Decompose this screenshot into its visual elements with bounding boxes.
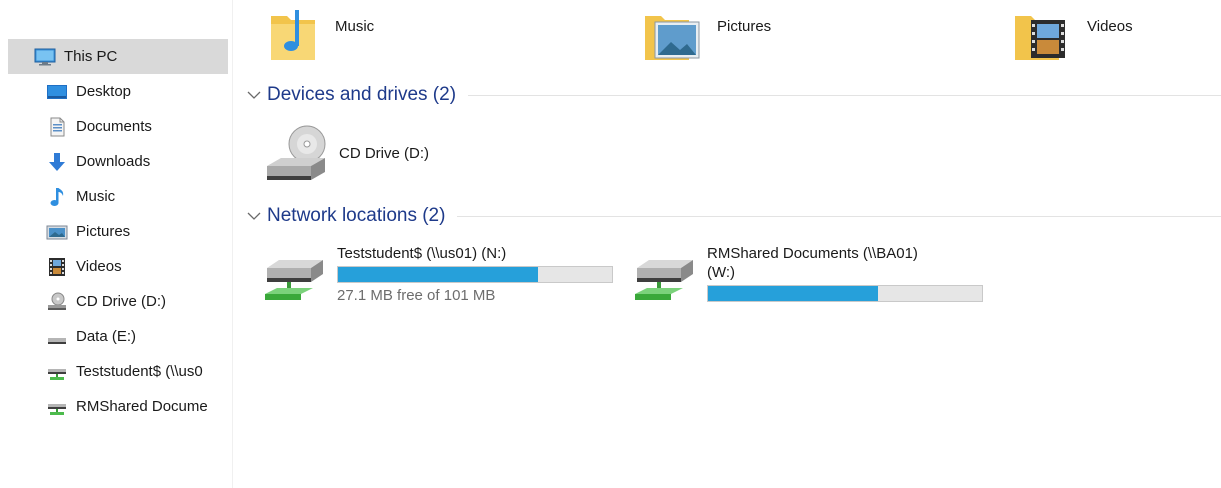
music-note-icon [46,186,68,208]
sidebar-item-label: Pictures [76,223,131,240]
cd-drive-icon [263,122,329,193]
chevron-down-icon [243,84,265,106]
sidebar-item-desktop[interactable]: Desktop [46,74,232,109]
document-icon [46,116,68,138]
network-drive-icon [263,244,333,319]
sidebar-item-documents[interactable]: Documents [46,109,232,144]
sidebar-item-downloads[interactable]: Downloads [46,144,232,179]
folder-pictures[interactable]: Pictures [643,6,772,60]
sidebar-item-videos[interactable]: Videos [46,249,232,284]
folder-name: Videos [1087,18,1133,35]
sidebar-item-label: Data (E:) [76,328,137,345]
section-title: Network locations (2) [267,205,446,226]
section-divider [457,215,1221,217]
section-header-network[interactable]: Network locations (2) [233,203,1221,229]
network-tile-teststudent[interactable]: Teststudent$ (\\us01) (N:) 27.1 MB free … [263,244,613,319]
sidebar-item-teststudent[interactable]: Teststudent$ (\\us0 [46,354,232,389]
sidebar-item-label: Downloads [76,153,151,170]
videos-folder-icon [1013,6,1073,67]
sidebar-item-label: CD Drive (D:) [76,293,166,310]
sidebar-item-label: This PC [64,48,118,65]
section-title: Devices and drives (2) [267,84,457,105]
sidebar-item-label: Teststudent$ (\\us0 [76,363,203,380]
storage-progress-fill [338,267,539,282]
folder-music[interactable]: Music [269,6,375,60]
network-drive-icon [46,396,68,418]
drive-tile-cd[interactable]: CD Drive (D:) [263,122,429,193]
pictures-icon [46,221,68,243]
drive-icon [46,326,68,348]
storage-progress-bar [337,266,613,283]
drive-name: CD Drive (D:) [339,145,429,162]
network-tile-rmshared[interactable]: RMShared Documents (\\BA01) (W:) [633,244,983,319]
network-drive-icon [633,244,703,319]
network-tile-body: Teststudent$ (\\us01) (N:) 27.1 MB free … [337,244,613,319]
storage-progress-fill [708,286,878,301]
sidebar-item-music[interactable]: Music [46,179,232,214]
folder-name: Music [335,18,375,35]
navigation-pane: This PC Desktop Documents Downloads Musi… [0,0,233,488]
sidebar-item-label: Desktop [76,83,132,100]
free-space-text: 27.1 MB free of 101 MB [337,287,496,304]
sidebar-item-pictures[interactable]: Pictures [46,214,232,249]
download-arrow-icon [46,151,68,173]
monitor-icon [34,46,56,68]
sidebar-item-cd-drive[interactable]: CD Drive (D:) [46,284,232,319]
film-strip-icon [46,256,68,278]
network-drive-name: Teststudent$ (\\us01) (N:) [337,245,507,262]
folder-name: Pictures [717,18,772,35]
sidebar-item-data-drive[interactable]: Data (E:) [46,319,232,354]
sidebar-item-rmshared[interactable]: RMShared Docume [46,389,232,424]
section-header-devices[interactable]: Devices and drives (2) [233,82,1221,108]
folder-videos[interactable]: Videos [1013,6,1133,60]
sidebar-item-label: Videos [76,258,122,275]
sidebar-item-label: RMShared Docume [76,398,208,415]
network-tile-body: RMShared Documents (\\BA01) (W:) [707,244,983,319]
sidebar-item-this-pc[interactable]: This PC [8,39,228,74]
file-explorer-window: This PC Desktop Documents Downloads Musi… [0,0,1221,488]
pictures-folder-icon [643,6,703,67]
chevron-down-icon [243,205,265,227]
music-folder-icon [269,6,321,67]
storage-progress-bar [707,285,983,302]
network-drive-name: RMShared Documents (\\BA01) [707,245,918,262]
cd-drive-icon [46,291,68,313]
network-drive-icon [46,361,68,383]
network-drive-letter: (W:) [707,264,736,281]
sidebar-item-label: Documents [76,118,152,135]
section-divider [468,94,1221,96]
sidebar-item-label: Music [76,188,116,205]
content-pane: Music Pictures Videos Devices and drives… [233,0,1221,488]
desktop-icon [46,81,68,103]
